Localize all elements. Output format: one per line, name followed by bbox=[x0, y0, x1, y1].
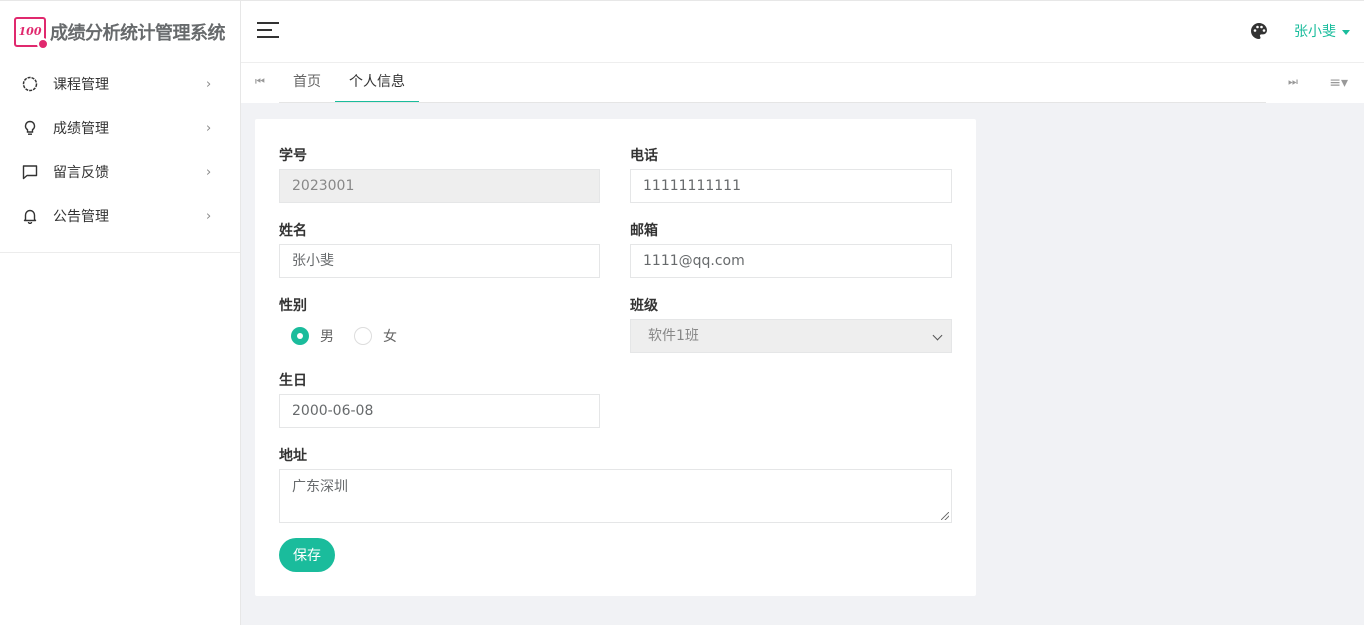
gender-radio-group: 男 女 bbox=[291, 326, 417, 346]
sidebar-item-grades[interactable]: 成绩管理 › bbox=[0, 106, 240, 150]
save-button[interactable]: 保存 bbox=[279, 538, 335, 572]
birthday-input[interactable]: 2000-06-08 bbox=[279, 394, 600, 428]
class-label: 班级 bbox=[630, 298, 658, 314]
tabs: 首页 个人信息 bbox=[279, 63, 419, 103]
chevron-right-icon: › bbox=[206, 208, 212, 224]
tab-profile[interactable]: 个人信息 bbox=[335, 63, 419, 103]
tab-options-icon[interactable]: ≡▾ bbox=[1329, 75, 1348, 91]
name-input[interactable]: 张小斐 bbox=[279, 244, 600, 278]
sidebar-item-label: 公告管理 bbox=[53, 209, 109, 225]
tab-bar: ⏮ 首页 个人信息 ⏭ ≡▾ bbox=[241, 62, 1364, 103]
chevron-right-icon: › bbox=[206, 76, 212, 92]
menu-toggle-icon[interactable] bbox=[257, 22, 279, 43]
sidebar-item-course[interactable]: 课程管理 › bbox=[0, 62, 240, 106]
username: 张小斐 bbox=[1294, 24, 1336, 40]
name-label: 姓名 bbox=[279, 223, 307, 239]
class-select-value: 软件1班 bbox=[648, 328, 699, 344]
app-logo[interactable]: 100 成绩分析统计管理系统 bbox=[0, 1, 240, 62]
scroll-right-icon[interactable]: ⏭ bbox=[1288, 75, 1302, 89]
email-input[interactable]: 1111@qq.com bbox=[630, 244, 952, 278]
phone-label: 电话 bbox=[630, 148, 658, 164]
phone-input[interactable]: 11111111111 bbox=[630, 169, 952, 203]
profile-form: 学号 2023001 电话 11111111111 姓名 张小斐 邮箱 1111… bbox=[255, 119, 976, 596]
sidebar-item-feedback[interactable]: 留言反馈 › bbox=[0, 150, 240, 194]
sidebar-menu: 课程管理 › 成绩管理 › 留言反馈 › 公告管理 › bbox=[0, 62, 240, 253]
gender-label: 性别 bbox=[279, 298, 307, 314]
lightbulb-icon bbox=[21, 119, 39, 137]
chevron-right-icon: › bbox=[206, 120, 212, 136]
tab-underline bbox=[279, 102, 1266, 103]
birthday-label: 生日 bbox=[279, 373, 307, 389]
email-label: 邮箱 bbox=[630, 223, 658, 239]
logo-dot bbox=[37, 37, 49, 50]
sidebar-item-announcements[interactable]: 公告管理 › bbox=[0, 194, 240, 238]
top-navbar: 张小斐 bbox=[241, 0, 1364, 62]
chevron-down-icon bbox=[932, 330, 943, 341]
scroll-left-icon[interactable]: ⏮ bbox=[255, 75, 269, 89]
student-id-label: 学号 bbox=[279, 148, 307, 164]
gender-male-radio[interactable] bbox=[291, 327, 309, 345]
class-select[interactable]: 软件1班 bbox=[630, 319, 952, 353]
logo-badge-text: 100 bbox=[18, 25, 42, 38]
chevron-right-icon: › bbox=[206, 164, 212, 180]
palette-icon[interactable] bbox=[1250, 22, 1268, 40]
tab-home[interactable]: 首页 bbox=[279, 63, 335, 103]
message-icon bbox=[21, 163, 39, 181]
student-id-input[interactable]: 2023001 bbox=[279, 169, 600, 203]
app-title: 成绩分析统计管理系统 bbox=[50, 22, 226, 44]
gender-female-label: 女 bbox=[383, 329, 397, 345]
sidebar-item-label: 成绩管理 bbox=[53, 121, 109, 137]
resize-handle-icon[interactable] bbox=[941, 512, 949, 520]
sidebar: 100 成绩分析统计管理系统 课程管理 › 成绩管理 › 留言反馈 › 公告管理… bbox=[0, 0, 241, 625]
caret-down-icon bbox=[1342, 29, 1350, 35]
address-label: 地址 bbox=[279, 448, 307, 464]
logo-badge-icon: 100 bbox=[14, 16, 49, 50]
user-menu[interactable]: 张小斐 bbox=[1294, 21, 1350, 41]
circle-icon bbox=[21, 75, 39, 93]
gender-female-radio[interactable] bbox=[354, 327, 372, 345]
address-value: 广东深圳 bbox=[292, 479, 348, 495]
sidebar-item-label: 课程管理 bbox=[53, 77, 109, 93]
bell-icon bbox=[21, 207, 39, 225]
gender-male-label: 男 bbox=[320, 329, 334, 345]
sidebar-item-label: 留言反馈 bbox=[53, 165, 109, 181]
address-textarea[interactable]: 广东深圳 bbox=[279, 469, 952, 523]
